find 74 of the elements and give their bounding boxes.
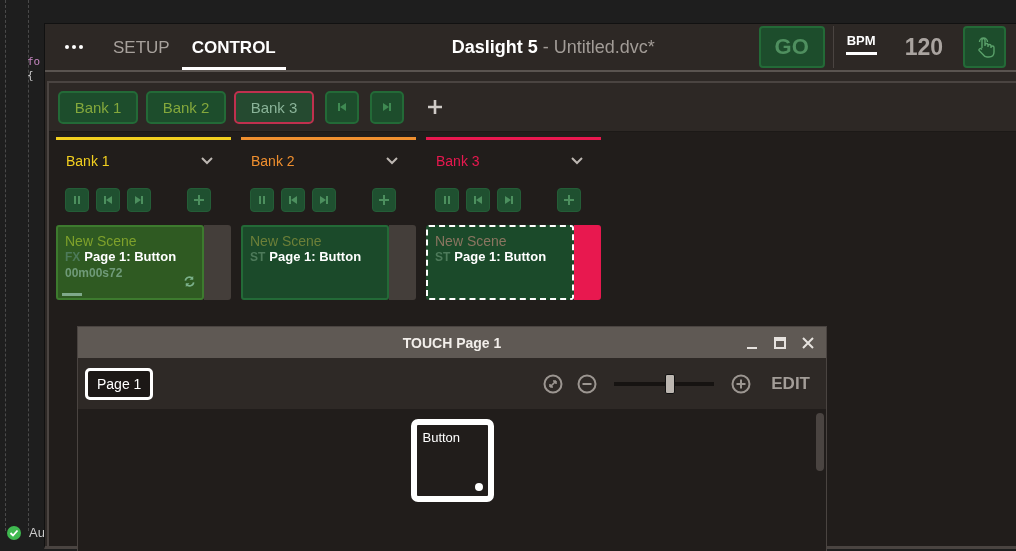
previous-button[interactable]: [325, 90, 359, 124]
scene-type: FX: [65, 250, 81, 264]
touch-button[interactable]: Button: [410, 419, 494, 502]
zoom-in-icon[interactable]: [731, 373, 752, 394]
close-icon[interactable]: [802, 337, 814, 349]
trigger-label: Page 1: Button: [454, 249, 547, 264]
plus-icon: [564, 194, 574, 205]
zoom-slider[interactable]: [614, 373, 715, 394]
pause-icon: [442, 194, 452, 205]
scene-time: 00m00s72: [65, 266, 124, 280]
trigger-label: Page 1: Button: [269, 249, 362, 264]
chevron-down-icon[interactable]: [201, 157, 213, 165]
next-button[interactable]: [370, 90, 404, 124]
plus-icon: [379, 194, 389, 205]
skip-forward-icon: [504, 194, 514, 205]
page-tab[interactable]: Page 1: [85, 367, 154, 400]
pause-button[interactable]: [435, 188, 459, 212]
slider-thumb[interactable]: [665, 373, 676, 394]
bank-name: Bank 1: [66, 153, 110, 169]
next-button[interactable]: [312, 188, 336, 212]
plus-icon: [194, 194, 204, 205]
maximize-icon[interactable]: [774, 337, 786, 349]
more-icon[interactable]: [65, 45, 83, 49]
loop-icon: [183, 275, 196, 288]
previous-button[interactable]: [96, 188, 120, 212]
file-name: - Untitled.dvc*: [542, 36, 655, 57]
previous-button[interactable]: [466, 188, 490, 212]
status-text: Au: [29, 525, 45, 540]
tap-button[interactable]: [963, 26, 1006, 68]
add-scene-button[interactable]: [557, 188, 581, 212]
skip-back-icon: [337, 101, 347, 112]
skip-back-icon: [103, 194, 113, 205]
dot-icon: [474, 483, 483, 491]
nav-tab[interactable]: CONTROL: [181, 24, 286, 70]
bank-tab[interactable]: Bank 3: [234, 90, 314, 124]
chevron-down-icon[interactable]: [386, 157, 398, 165]
bank-name: Bank 2: [251, 153, 295, 169]
bank-name: Bank 3: [436, 153, 480, 169]
chevron-down-icon[interactable]: [571, 157, 583, 165]
bpm-value: 120: [904, 33, 943, 61]
bank-tab[interactable]: Bank 1: [58, 90, 138, 124]
skip-forward-icon: [382, 101, 392, 112]
pause-icon: [72, 194, 82, 205]
add-scene-button[interactable]: [372, 188, 396, 212]
nav-tab[interactable]: SETUP: [103, 24, 180, 70]
skip-back-icon: [473, 194, 483, 205]
pause-button[interactable]: [65, 188, 89, 212]
code-line: {: [27, 69, 34, 82]
app-title: Daslight 5: [451, 36, 538, 57]
scene-name: New Scene: [250, 233, 323, 249]
bpm-button[interactable]: BPM: [845, 33, 877, 55]
scene-name: New Scene: [435, 233, 508, 249]
pause-button[interactable]: [250, 188, 274, 212]
code-line: fo: [27, 55, 41, 68]
skip-forward-icon: [134, 194, 144, 205]
next-button[interactable]: [127, 188, 151, 212]
previous-button[interactable]: [281, 188, 305, 212]
scene-card[interactable]: New Scene FX Page 1: Button 00m00s72: [56, 225, 204, 300]
add-scene-button[interactable]: [187, 188, 211, 212]
add-icon[interactable]: [428, 100, 442, 114]
touch-button-label: Button: [422, 430, 461, 445]
window-title: TOUCH Page 1: [402, 334, 502, 351]
scrollbar[interactable]: [816, 413, 824, 471]
next-button[interactable]: [497, 188, 521, 212]
scene-name: New Scene: [65, 233, 138, 249]
check-icon: [7, 525, 21, 540]
skip-back-icon: [288, 194, 298, 205]
edit-button[interactable]: EDIT: [765, 373, 810, 394]
zoom-out-icon[interactable]: [577, 373, 598, 394]
skip-forward-icon: [319, 194, 329, 205]
fit-icon[interactable]: [543, 373, 564, 394]
pause-icon: [257, 194, 267, 205]
bank-tab[interactable]: Bank 2: [146, 90, 226, 124]
trigger-label: Page 1: Button: [84, 249, 177, 264]
